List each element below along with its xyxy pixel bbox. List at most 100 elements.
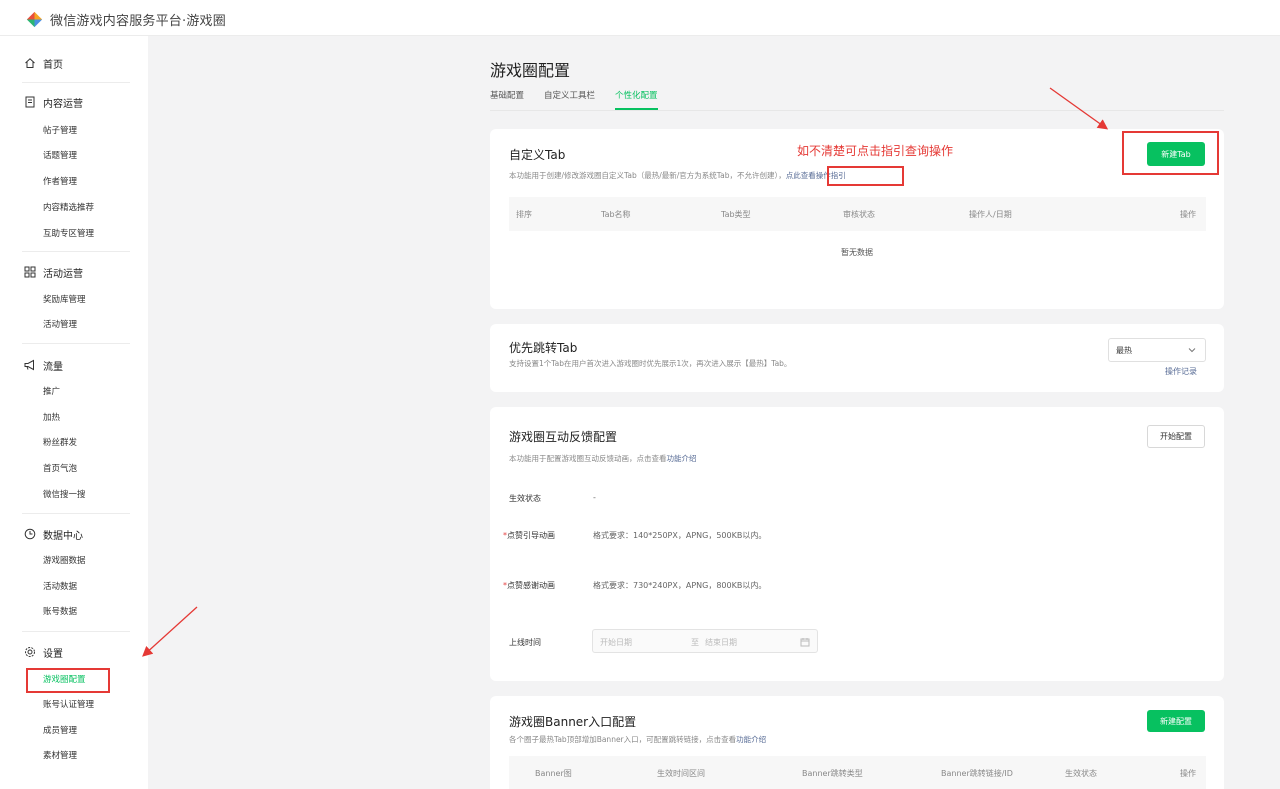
column-header: 排序 [516, 210, 532, 219]
sidebar-group-settings[interactable]: 设置 [24, 644, 63, 660]
select-value: 最热 [1116, 346, 1132, 355]
sidebar-item-wechat-search[interactable]: 微信搜一搜 [43, 489, 86, 501]
sidebar-item-account-verify[interactable]: 账号认证管理 [43, 699, 94, 711]
sidebar-group-label: 活动运营 [43, 268, 83, 280]
online-date-range[interactable]: 开始日期 至 结束日期 [592, 629, 818, 653]
column-header: Tab名称 [601, 210, 631, 219]
column-header: 生效状态 [1065, 769, 1097, 778]
column-header: Banner跳转类型 [802, 769, 863, 778]
tab-divider [490, 110, 1224, 111]
clock-icon [24, 528, 36, 540]
sidebar-divider [22, 631, 130, 632]
sidebar-item-topics[interactable]: 话题管理 [43, 150, 77, 162]
sidebar-item-account-data[interactable]: 账号数据 [43, 606, 77, 618]
annotation-note: 如不清楚可点击指引查询操作 [797, 144, 954, 158]
sidebar-item-home-bubble[interactable]: 首页气泡 [43, 463, 77, 475]
sidebar-divider [22, 513, 130, 514]
status-label: 生效状态 [509, 494, 541, 503]
feedback-config-card: 游戏圈互动反馈配置 本功能用于配置游戏圈互动反馈动画，点击查看功能介绍 开始配置… [490, 407, 1224, 681]
sidebar-item-featured[interactable]: 内容精选推荐 [43, 202, 94, 214]
column-header: Tab类型 [721, 210, 751, 219]
sidebar-item-promotion[interactable]: 推广 [43, 386, 60, 398]
card-title: 游戏圈Banner入口配置 [509, 715, 637, 729]
card-description: 各个圈子最热Tab顶部增加Banner入口，可配置跳转链接，点击查看功能介绍 [509, 734, 766, 745]
card-description-text: 本功能用于配置游戏圈互动反馈动画，点击查看 [509, 454, 667, 463]
sidebar-item-boost[interactable]: 加热 [43, 412, 60, 424]
arrow-to-sidebar-item [142, 606, 198, 657]
card-description-text: 本功能用于创建/修改游戏圈自定义Tab（最热/最新/官方为系统Tab，不允许创建… [509, 171, 786, 180]
highlight-box-new-tab [1122, 131, 1219, 175]
like-guide-label: *点赞引导动画 [503, 530, 555, 541]
megaphone-icon [24, 359, 36, 371]
end-date-input[interactable]: 结束日期 [705, 637, 737, 648]
new-banner-button[interactable]: 新建配置 [1147, 710, 1205, 732]
sidebar-item-authors[interactable]: 作者管理 [43, 176, 77, 188]
sidebar-divider [22, 82, 130, 83]
tab-personalized-config[interactable]: 个性化配置 [615, 89, 658, 101]
platform-logo-icon [26, 11, 43, 28]
tab-custom-toolbar[interactable]: 自定义工具栏 [544, 89, 595, 101]
sidebar-group-content-ops[interactable]: 内容运营 [24, 94, 83, 110]
sidebar-item-help-zone[interactable]: 互助专区管理 [43, 228, 94, 240]
like-thanks-label-text: 点赞感谢动画 [507, 581, 555, 590]
column-header: 操作人/日期 [969, 210, 1012, 219]
empty-state: 暂无数据 [841, 248, 873, 257]
arrow-to-new-tab-button [1049, 87, 1109, 130]
status-value: - [593, 493, 596, 502]
start-config-button[interactable]: 开始配置 [1147, 425, 1205, 448]
column-header: Banner图 [535, 769, 572, 778]
table-header: 排序 Tab名称 Tab类型 审核状态 操作人/日期 操作 [509, 197, 1206, 231]
sidebar-item-members[interactable]: 成员管理 [43, 725, 77, 737]
column-header: Banner跳转链接/ID [941, 769, 1013, 778]
priority-tab-select[interactable]: 最热 [1108, 338, 1206, 362]
feature-intro-link[interactable]: 功能介绍 [736, 735, 766, 744]
sidebar-item-rewards[interactable]: 奖励库管理 [43, 294, 86, 306]
tab-basic-config[interactable]: 基础配置 [490, 89, 524, 101]
card-description: 本功能用于创建/修改游戏圈自定义Tab（最热/最新/官方为系统Tab，不允许创建… [509, 170, 846, 181]
sidebar-divider [22, 251, 130, 252]
like-guide-label-text: 点赞引导动画 [507, 531, 555, 540]
sidebar-group-data-center[interactable]: 数据中心 [24, 526, 83, 542]
chevron-down-icon [1188, 348, 1196, 353]
sidebar-item-fan-broadcast[interactable]: 粉丝群发 [43, 437, 77, 449]
sidebar-item-posts[interactable]: 帖子管理 [43, 125, 77, 137]
like-thanks-requirement: 格式要求：730*240PX，APNG，800KB以内。 [593, 581, 767, 590]
calendar-icon [800, 638, 810, 647]
start-date-input[interactable]: 开始日期 [600, 637, 632, 648]
highlight-box-sidebar [26, 668, 110, 693]
sidebar-group-label: 内容运营 [43, 98, 83, 110]
card-title: 优先跳转Tab [509, 341, 578, 355]
sidebar-group-traffic[interactable]: 流量 [24, 357, 63, 373]
online-time-label: 上线时间 [509, 638, 541, 647]
column-header: 操作 [1180, 210, 1196, 219]
sidebar-item-circle-data[interactable]: 游戏圈数据 [43, 555, 86, 567]
card-description: 本功能用于配置游戏圈互动反馈动画，点击查看功能介绍 [509, 453, 697, 464]
home-icon [24, 57, 36, 69]
column-header: 审核状态 [843, 210, 875, 219]
banner-config-card: 游戏圈Banner入口配置 各个圈子最热Tab顶部增加Banner入口，可配置跳… [490, 696, 1224, 789]
sidebar-group-label: 流量 [43, 361, 63, 373]
sidebar-divider [22, 343, 130, 344]
priority-tab-card: 优先跳转Tab 支持设置1个Tab在用户首次进入游戏圈时优先展示1次，再次进入展… [490, 324, 1224, 392]
grid-icon [24, 266, 36, 278]
sidebar-group-activity-ops[interactable]: 活动运营 [24, 264, 83, 280]
sidebar-group-label: 数据中心 [43, 530, 83, 542]
operation-log-link[interactable]: 操作记录 [1165, 366, 1197, 377]
date-separator: 至 [691, 638, 699, 647]
sidebar-item-home[interactable]: 首页 [24, 55, 63, 71]
document-icon [24, 96, 36, 108]
card-title: 自定义Tab [509, 148, 566, 162]
sidebar-item-activity-data[interactable]: 活动数据 [43, 581, 77, 593]
highlight-box-guide-link [827, 166, 904, 186]
column-header: 操作 [1180, 769, 1196, 778]
feature-intro-link[interactable]: 功能介绍 [667, 454, 697, 463]
like-thanks-label: *点赞感谢动画 [503, 580, 555, 591]
like-guide-requirement: 格式要求：140*250PX，APNG，500KB以内。 [593, 531, 767, 540]
sidebar-group-label: 设置 [43, 648, 63, 660]
sidebar-item-label: 首页 [43, 59, 63, 71]
sidebar-item-activities[interactable]: 活动管理 [43, 319, 77, 331]
top-bar: 微信游戏内容服务平台·游戏圈 [0, 0, 1280, 36]
column-header: 生效时间区间 [657, 769, 705, 778]
sidebar-item-materials[interactable]: 素材管理 [43, 750, 77, 762]
card-description: 支持设置1个Tab在用户首次进入游戏圈时优先展示1次，再次进入展示【最热】Tab… [509, 359, 792, 368]
